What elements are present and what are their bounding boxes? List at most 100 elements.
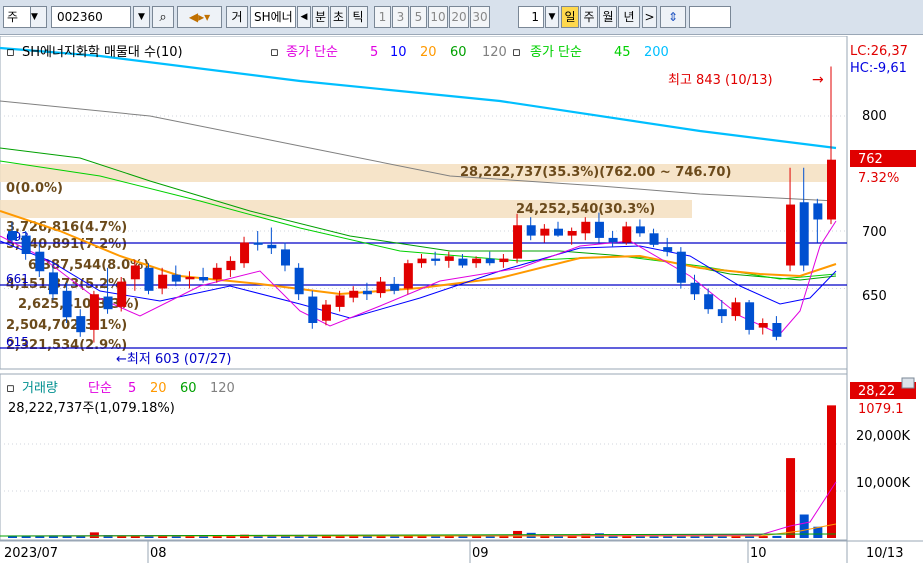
vol-legend-ma20: 20 — [150, 381, 167, 396]
candle-body-1 — [21, 235, 31, 254]
legend-ma120: 120 — [482, 45, 507, 60]
candle-body-16 — [226, 260, 236, 271]
search-button[interactable]: ⌕ — [152, 6, 174, 28]
candle-body-26 — [362, 290, 372, 295]
candle-body-44 — [608, 237, 618, 243]
candle-body-13 — [185, 277, 195, 280]
candle-body-29 — [403, 263, 413, 289]
volume-bar-13 — [185, 536, 195, 538]
legend-ma200: 200 — [644, 45, 669, 60]
candle-body-53 — [731, 302, 741, 317]
tab-minute[interactable]: 분 — [312, 6, 329, 28]
legend-title: SH에너지화학 매물대 수(10) — [22, 45, 183, 60]
period-20[interactable]: 20 — [449, 6, 469, 28]
candle-body-24 — [335, 295, 345, 307]
candle-body-4 — [62, 290, 72, 318]
candle-body-10 — [144, 267, 154, 291]
legend-ma10: 10 — [390, 45, 407, 60]
volume-profile-label-1: 0(0.0%) — [6, 181, 63, 196]
next-arrow-button[interactable]: > — [642, 6, 657, 28]
period-1[interactable]: 1 — [374, 6, 391, 28]
volume-bar-56 — [772, 535, 782, 538]
tab-tick[interactable]: 틱 — [348, 6, 368, 28]
legend-marker: ▫ — [6, 45, 15, 60]
candle-body-32 — [444, 256, 454, 261]
candle-body-33 — [458, 258, 468, 266]
high-annotation: 최고 843 (10/13) — [668, 73, 773, 88]
extra-input[interactable] — [689, 6, 731, 28]
period-10[interactable]: 10 — [428, 6, 448, 28]
candle-body-21 — [294, 267, 304, 295]
volume-bar-26 — [362, 536, 372, 538]
price-axis-700: 700 — [862, 225, 887, 240]
candle-body-58 — [799, 202, 809, 266]
tab-second[interactable]: 초 — [330, 6, 347, 28]
hc-label: HC:-9,61 — [850, 61, 907, 76]
candle-body-15 — [212, 267, 222, 280]
x-label-10: 10 — [750, 546, 767, 561]
candle-body-51 — [704, 294, 714, 310]
candle-body-20 — [281, 249, 290, 266]
x-label-09: 09 — [472, 546, 489, 561]
candle-body-11 — [158, 274, 168, 289]
candle-body-34 — [472, 258, 482, 264]
market-select[interactable]: 주 ▼ — [3, 6, 47, 28]
chart-area[interactable]: 28,222,737(35.3%)(762.00 ~ 746.70) 0(0.0%… — [0, 35, 923, 563]
candle-body-36 — [499, 258, 509, 263]
timeframe-week[interactable]: 주 — [580, 6, 598, 28]
current-change: 7.32% — [858, 171, 899, 186]
chevron-down-icon: ▼ — [138, 12, 145, 22]
candle-body-54 — [745, 302, 755, 330]
volume-bar-34 — [472, 536, 482, 538]
candle-body-43 — [594, 221, 604, 238]
price-axis-650: 650 — [862, 289, 887, 304]
vol-legend-marker: ▫ — [6, 381, 15, 396]
candle-body-40 — [554, 228, 563, 236]
timeframe-month[interactable]: 월 — [599, 6, 617, 28]
sound-button[interactable]: ◀▸▾ — [177, 6, 222, 28]
candle-body-37 — [513, 225, 523, 259]
candle-body-38 — [526, 225, 536, 236]
scroll-toggle-button[interactable]: ⇕ — [660, 6, 686, 28]
candle-body-0 — [8, 231, 17, 241]
close-icon[interactable] — [901, 377, 915, 389]
candle-body-17 — [240, 242, 250, 264]
vol-legend-ma60: 60 — [180, 381, 197, 396]
view-mode-button[interactable]: 거 — [226, 6, 248, 28]
candle-body-22 — [308, 296, 318, 323]
period-30[interactable]: 30 — [470, 6, 490, 28]
vol-axis-10000k: 10,000K — [856, 476, 910, 491]
prev-arrow-button[interactable]: ◀ — [297, 6, 311, 28]
timeframe-day[interactable]: 일 — [561, 6, 579, 28]
candle-body-12 — [171, 274, 181, 282]
candle-body-55 — [758, 323, 768, 328]
level-label-661: 661 — [6, 272, 29, 286]
candle-body-23 — [321, 304, 331, 321]
up-down-arrow-icon: ⇕ — [667, 10, 679, 24]
stock-name-field[interactable]: SH에너 — [250, 6, 296, 28]
candle-body-47 — [649, 233, 659, 245]
candle-body-48 — [663, 247, 673, 252]
vol-legend-ma-label: 단순 — [88, 381, 112, 396]
level-label-615: 615 — [6, 335, 29, 349]
candle-body-49 — [676, 251, 686, 283]
low-annotation: ←최저 603 (07/27) — [116, 352, 232, 367]
legend-marker-2: ▫ — [270, 45, 279, 60]
period-5[interactable]: 5 — [410, 6, 427, 28]
stock-chart[interactable]: 28,222,737(35.3%)(762.00 ~ 746.70) 0(0.0%… — [0, 35, 923, 563]
period-input[interactable]: 1 — [518, 6, 544, 28]
legend-marker-3: ▫ — [512, 45, 521, 60]
period-3[interactable]: 3 — [392, 6, 409, 28]
vol-info: 28,222,737주(1,079.18%) — [8, 401, 175, 416]
vol-axis-20000k: 20,000K — [856, 429, 910, 444]
current-price: 762 — [858, 152, 883, 167]
candle-body-45 — [622, 226, 632, 243]
chevron-down-icon[interactable]: ▼ — [30, 7, 46, 27]
code-input[interactable]: 002360 — [51, 6, 131, 28]
code-dropdown-button[interactable]: ▼ — [133, 6, 150, 28]
timeframe-year[interactable]: 년 — [618, 6, 640, 28]
candle-body-35 — [485, 258, 495, 264]
candle-body-50 — [690, 282, 700, 295]
candle-body-9 — [130, 265, 140, 280]
period-dropdown-button[interactable]: ▼ — [545, 6, 559, 28]
